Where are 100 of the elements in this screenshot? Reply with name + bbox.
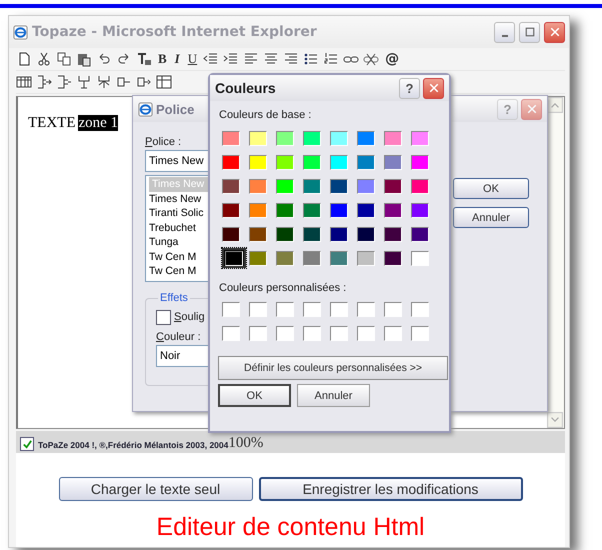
cancel-button[interactable]: Annuler — [297, 384, 370, 407]
ok-button[interactable]: OK — [453, 178, 529, 199]
font-list-item[interactable]: Tw Cen M — [146, 264, 208, 278]
color-swatch[interactable] — [354, 176, 378, 196]
color-swatch[interactable] — [222, 248, 246, 268]
checkbox[interactable] — [20, 437, 34, 451]
define-custom-colors-button[interactable]: Définir les couleurs personnalisées >> — [218, 356, 448, 380]
help-button[interactable]: ? — [399, 78, 420, 98]
color-swatch[interactable] — [273, 248, 297, 268]
color-swatch[interactable] — [408, 248, 432, 268]
color-swatch[interactable] — [327, 200, 351, 220]
bullet-list-icon[interactable] — [303, 51, 320, 67]
color-swatch[interactable] — [327, 224, 351, 244]
merge-cells-icon[interactable] — [76, 74, 92, 90]
color-swatch[interactable] — [381, 224, 405, 244]
close-button[interactable] — [423, 78, 444, 98]
custom-color-slot[interactable] — [219, 323, 243, 343]
color-swatch[interactable] — [354, 248, 378, 268]
custom-color-slot[interactable] — [273, 323, 297, 343]
font-field[interactable]: Times New — [145, 150, 208, 172]
color-swatch[interactable] — [273, 176, 297, 196]
unlink-icon[interactable] — [363, 51, 380, 67]
color-swatch[interactable] — [246, 128, 270, 148]
cell-properties-icon[interactable] — [156, 74, 172, 90]
insert-row-icon[interactable] — [56, 74, 72, 90]
email-link-button[interactable]: @ — [383, 51, 402, 67]
custom-color-slot[interactable] — [408, 323, 432, 343]
checkbox[interactable] — [156, 310, 171, 324]
copy-icon[interactable] — [56, 51, 72, 67]
color-swatch[interactable] — [273, 128, 297, 148]
custom-color-slot[interactable] — [219, 299, 243, 319]
save-button[interactable]: Enregistrer les modifications — [258, 477, 522, 501]
minimize-button[interactable] — [494, 22, 515, 42]
cancel-button[interactable]: Annuler — [453, 207, 529, 228]
color-swatch[interactable] — [219, 128, 243, 148]
custom-color-slot[interactable] — [327, 299, 351, 319]
color-swatch[interactable] — [327, 248, 351, 268]
color-swatch[interactable] — [354, 128, 378, 148]
color-swatch[interactable] — [381, 152, 405, 172]
color-swatch[interactable] — [246, 248, 270, 268]
color-swatch[interactable] — [381, 128, 405, 148]
color-swatch[interactable] — [273, 152, 297, 172]
color-swatch[interactable] — [408, 224, 432, 244]
color-swatch[interactable] — [381, 248, 405, 268]
insert-column-icon[interactable] — [36, 74, 52, 90]
font-list[interactable]: Times New Times New Tiranti Solic Trebuchet Tunga Tw Cen M Tw Cen M — [145, 175, 208, 282]
custom-color-slot[interactable] — [381, 323, 405, 343]
color-swatch[interactable] — [327, 152, 351, 172]
color-swatch[interactable] — [408, 128, 432, 148]
custom-color-slot[interactable] — [354, 323, 378, 343]
load-text-button[interactable]: Charger le texte seul — [58, 477, 252, 501]
color-swatch[interactable] — [300, 224, 324, 244]
font-list-item[interactable]: Tw Cen M — [146, 250, 208, 264]
custom-color-slot[interactable] — [327, 323, 351, 343]
color-swatch[interactable] — [327, 176, 351, 196]
color-swatch[interactable] — [273, 200, 297, 220]
font-list-item[interactable]: Tiranti Solic — [146, 206, 208, 220]
color-swatch[interactable] — [246, 224, 270, 244]
format-button[interactable]: U — [186, 51, 200, 67]
custom-color-slot[interactable] — [246, 299, 270, 319]
color-swatch[interactable] — [219, 200, 243, 220]
color-swatch[interactable] — [273, 224, 297, 244]
color-swatch[interactable] — [381, 176, 405, 196]
split-cells-icon[interactable] — [96, 74, 112, 90]
format-button[interactable]: B — [156, 51, 169, 67]
color-swatch[interactable] — [300, 128, 324, 148]
custom-color-slot[interactable] — [273, 299, 297, 319]
custom-color-slot[interactable] — [408, 299, 432, 319]
color-swatch[interactable] — [354, 224, 378, 244]
font-list-item[interactable]: Tunga — [146, 235, 208, 250]
custom-color-slot[interactable] — [246, 323, 270, 343]
color-swatch[interactable] — [219, 224, 243, 244]
custom-color-slot[interactable] — [300, 323, 324, 343]
paste-icon[interactable] — [76, 51, 92, 67]
custom-color-slot[interactable] — [300, 299, 324, 319]
ok-button[interactable]: OK — [218, 384, 291, 407]
format-button[interactable]: I — [172, 51, 182, 67]
color-swatch[interactable] — [327, 128, 351, 148]
table-icon[interactable] — [16, 74, 32, 90]
color-swatch[interactable] — [246, 152, 270, 172]
color-swatch[interactable] — [246, 176, 270, 196]
color-swatch[interactable] — [408, 152, 432, 172]
maximize-button[interactable] — [519, 22, 540, 42]
color-swatch[interactable] — [408, 200, 432, 220]
color-swatch[interactable] — [300, 152, 324, 172]
color-swatch[interactable] — [300, 248, 324, 268]
custom-color-slot[interactable] — [354, 299, 378, 319]
color-swatch[interactable] — [408, 176, 432, 196]
color-swatch[interactable] — [381, 200, 405, 220]
color-swatch[interactable] — [219, 176, 243, 196]
color-swatch[interactable] — [354, 152, 378, 172]
color-swatch[interactable] — [246, 200, 270, 220]
color-swatch[interactable] — [300, 176, 324, 196]
color-swatch[interactable] — [354, 200, 378, 220]
cut-icon[interactable] — [36, 51, 52, 67]
font-list-item[interactable]: Trebuchet — [146, 220, 208, 235]
custom-color-slot[interactable] — [381, 299, 405, 319]
color-swatch[interactable] — [219, 152, 243, 172]
close-button[interactable] — [544, 22, 565, 42]
color-field[interactable]: Noir — [156, 344, 208, 366]
